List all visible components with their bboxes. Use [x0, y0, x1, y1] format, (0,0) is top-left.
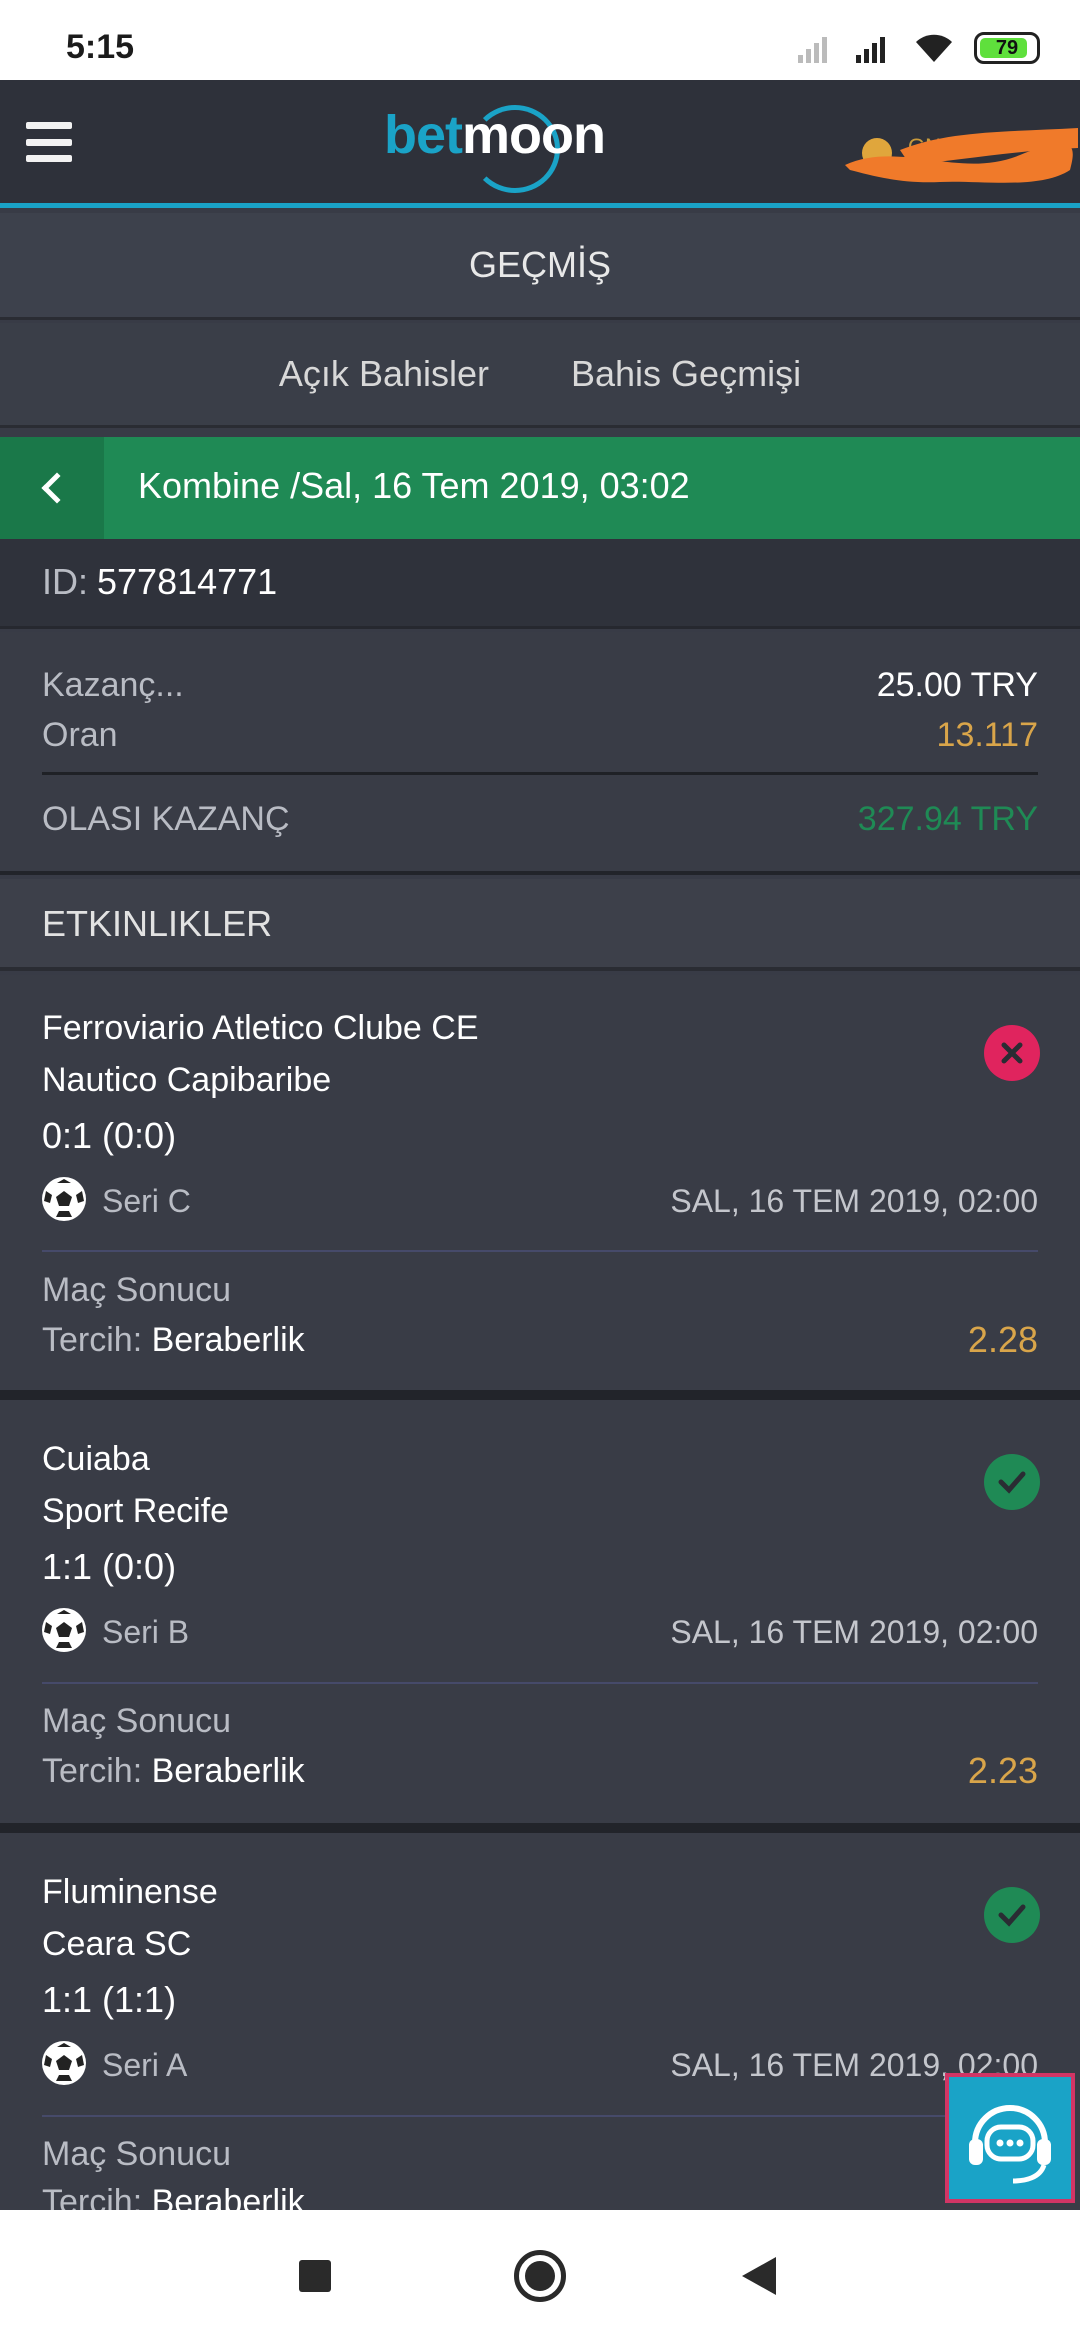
- soccer-ball-icon: [42, 2041, 86, 2085]
- chat-support-button[interactable]: [945, 2073, 1075, 2203]
- chat-support-icon: [969, 2105, 1051, 2184]
- hamburger-icon[interactable]: [26, 122, 72, 162]
- pick-row: Tercih: Beraberlik: [42, 1752, 305, 1791]
- league-row: Seri B SAL, 16 TEM 2019, 02:00: [42, 1608, 1038, 1652]
- home-button[interactable]: [514, 2250, 566, 2302]
- match-score: 1:1 (1:1): [42, 1979, 177, 2020]
- chevron-left-icon: [41, 472, 73, 504]
- signal-icon-2: [856, 37, 885, 63]
- event-card: Cuiaba Sport Recife 1:1 (0:0) Seri B SAL…: [0, 1400, 1080, 1833]
- check-circle-icon: [984, 1887, 1040, 1943]
- summary-divider: [42, 772, 1038, 775]
- bet-header-bar: Kombine /Sal, 16 Tem 2019, 03:02: [0, 437, 1080, 539]
- event-divider: [42, 1682, 1038, 1684]
- page-title-bar: GEÇMİŞ: [0, 213, 1080, 320]
- home-team: Cuiaba: [42, 1440, 150, 1478]
- event-divider: [42, 2115, 1038, 2117]
- stake-label: Kazanç...: [42, 666, 184, 704]
- soccer-ball-icon: [42, 1177, 86, 1221]
- betmoon-logo[interactable]: betmoon: [384, 104, 606, 166]
- recents-button[interactable]: [299, 2260, 331, 2292]
- back-button[interactable]: [0, 437, 104, 539]
- events-header: ETKINLIKLER: [0, 879, 1080, 971]
- soccer-ball-icon: [42, 1608, 86, 1652]
- pick-value: Beraberlik: [151, 1752, 305, 1790]
- league-name: Seri C: [102, 1183, 191, 1219]
- home-team: Fluminense: [42, 1873, 218, 1911]
- event-date: SAL, 16 TEM 2019, 02:00: [670, 1614, 1038, 1650]
- user-account[interactable]: GNYO: [840, 100, 1080, 190]
- stake-value: 25.00 TRY: [876, 666, 1038, 704]
- league-row: Seri C SAL, 16 TEM 2019, 02:00: [42, 1177, 1038, 1221]
- bet-summary: Kazanç... 25.00 TRY Oran 13.117 OLASI KA…: [0, 632, 1080, 875]
- match-score: 0:1 (0:0): [42, 1115, 177, 1156]
- bet-id-value: 577814771: [97, 561, 278, 602]
- market-name: Maç Sonucu: [42, 1271, 231, 1309]
- bet-tabs: Açık Bahisler Bahis Geçmişi: [0, 323, 1080, 428]
- potential-win-value: 327.94 TRY: [857, 800, 1038, 838]
- tab-open-bets[interactable]: Açık Bahisler: [279, 353, 489, 395]
- status-bar: 5:15 79: [0, 0, 1080, 80]
- status-icons: 79: [796, 30, 1040, 66]
- signal-icon: [798, 37, 827, 63]
- away-team: Sport Recife: [42, 1492, 230, 1530]
- close-circle-icon: [984, 1025, 1040, 1081]
- odds-label: Oran: [42, 716, 118, 754]
- tab-bet-history[interactable]: Bahis Geçmişi: [571, 353, 801, 395]
- pick-value: Beraberlik: [151, 1321, 305, 1359]
- event-card: Ferroviario Atletico Clube CE Nautico Ca…: [0, 975, 1080, 1400]
- league-row: Seri A SAL, 16 TEM 2019, 02:00: [42, 2041, 1038, 2085]
- page-title: GEÇMİŞ: [468, 244, 611, 285]
- market-name: Maç Sonucu: [42, 1702, 231, 1740]
- redaction-scribble: [845, 128, 1078, 183]
- event-divider: [42, 1250, 1038, 1252]
- event-odd: 2.23: [967, 1750, 1038, 1791]
- event-card: Fluminense Ceara SC 1:1 (1:1) Seri A SAL…: [0, 1833, 1080, 2221]
- pick-row: Tercih: Beraberlik: [42, 1321, 305, 1360]
- wifi-icon: [916, 34, 952, 62]
- away-team: Nautico Capibaribe: [42, 1061, 332, 1099]
- check-circle-icon: [984, 1454, 1040, 1510]
- battery-icon: 79: [974, 32, 1040, 64]
- event-odd: 2.28: [967, 1319, 1038, 1360]
- event-date: SAL, 16 TEM 2019, 02:00: [670, 1183, 1038, 1219]
- bet-id-label: ID:: [42, 561, 89, 602]
- back-nav-button[interactable]: [742, 2257, 776, 2295]
- league-name: Seri B: [102, 1614, 190, 1650]
- events-title: ETKINLIKLER: [42, 903, 273, 944]
- away-team: Ceara SC: [42, 1925, 192, 1963]
- app-header: betmoon GNYO: [0, 80, 1080, 208]
- potential-win-label: OLASI KAZANÇ: [42, 800, 290, 838]
- league-name: Seri A: [102, 2047, 188, 2083]
- battery-level: 79: [995, 36, 1019, 59]
- status-time: 5:15: [66, 28, 135, 66]
- android-nav-bar: [0, 2210, 1080, 2340]
- match-score: 1:1 (0:0): [42, 1546, 177, 1587]
- odds-value: 13.117: [936, 716, 1038, 754]
- home-team: Ferroviario Atletico Clube CE: [42, 1009, 479, 1047]
- market-name: Maç Sonucu: [42, 2135, 231, 2173]
- bet-header-text: Kombine /Sal, 16 Tem 2019, 03:02: [138, 465, 690, 506]
- pick-label: Tercih:: [42, 1321, 143, 1359]
- bet-id-row: ID: 577814771: [0, 539, 1080, 629]
- pick-label: Tercih:: [42, 1752, 143, 1790]
